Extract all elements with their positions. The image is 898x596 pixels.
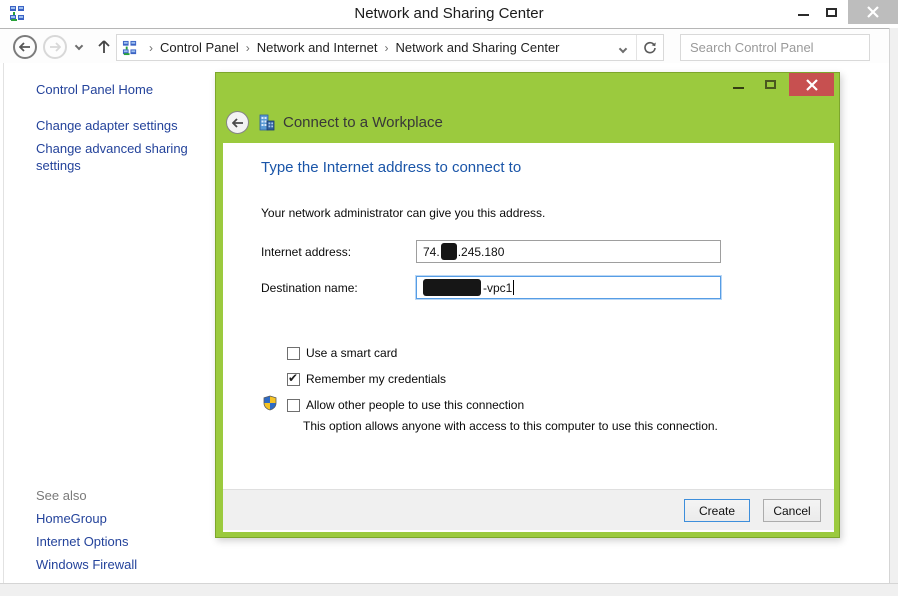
sidebar-item-windows-firewall[interactable]: Windows Firewall: [36, 556, 204, 573]
sidebar-see-also-label: See also: [36, 487, 204, 504]
close-icon: [867, 6, 879, 18]
search-box: [680, 34, 870, 61]
remember-credentials-label: Remember my credentials: [306, 372, 446, 386]
network-sharing-center-window: Network and Sharing Center › C: [0, 0, 898, 596]
dialog-body: Type the Internet address to connect to …: [223, 143, 834, 532]
maximize-icon: [765, 80, 776, 89]
sidebar-item-internet-options[interactable]: Internet Options: [36, 533, 204, 550]
uac-shield-icon: [262, 395, 278, 411]
dialog-subtext: Your network administrator can give you …: [261, 206, 545, 220]
navigation-bar: › Control Panel › Network and Internet ›…: [0, 28, 898, 63]
close-icon: [806, 79, 818, 91]
dialog-heading: Type the Internet address to connect to: [261, 159, 521, 176]
workplace-buildings-icon: [257, 113, 277, 133]
back-icon: [19, 42, 31, 52]
back-icon: [232, 118, 244, 128]
internet-address-value-prefix: 74.: [423, 245, 440, 259]
address-bar[interactable]: › Control Panel › Network and Internet ›…: [116, 34, 664, 61]
sidebar-item-control-panel-home[interactable]: Control Panel Home: [36, 81, 204, 98]
chevron-down-icon: [619, 44, 627, 52]
window-left-frame: [3, 63, 4, 583]
dialog-title: Connect to a Workplace: [283, 114, 443, 131]
smart-card-checkbox[interactable]: [287, 347, 300, 360]
up-icon: [98, 40, 110, 54]
dialog-maximize-button[interactable]: [756, 73, 784, 96]
breadcrumb-separator: ›: [239, 41, 257, 55]
maximize-icon: [826, 8, 837, 17]
allow-others-label: Allow other people to use this connectio…: [306, 398, 524, 412]
destination-name-value-suffix: -vpc1: [483, 281, 512, 295]
destination-name-label: Destination name:: [261, 281, 358, 295]
forward-button[interactable]: [43, 35, 67, 59]
allow-others-description: This option allows anyone with access to…: [303, 419, 718, 433]
remember-credentials-checkbox-row[interactable]: Remember my credentials: [287, 372, 446, 386]
dialog-close-button[interactable]: [789, 73, 834, 96]
address-dropdown-button[interactable]: [610, 39, 636, 57]
create-button[interactable]: Create: [684, 499, 750, 522]
redaction-box: [441, 243, 457, 260]
smart-card-checkbox-row[interactable]: Use a smart card: [287, 346, 397, 360]
dialog-back-button[interactable]: [226, 111, 249, 134]
search-input[interactable]: [681, 40, 870, 55]
breadcrumb-separator: ›: [142, 41, 160, 55]
sidebar-item-change-advanced-sharing[interactable]: Change advanced sharing settings: [36, 140, 204, 174]
window-right-frame: [889, 28, 898, 583]
window-title: Network and Sharing Center: [0, 5, 898, 22]
minimize-icon: [798, 14, 809, 16]
dialog-footer: Create Cancel: [223, 489, 834, 530]
dialog-minimize-button[interactable]: [724, 73, 752, 96]
smart-card-label: Use a smart card: [306, 346, 397, 360]
sidebar-item-homegroup[interactable]: HomeGroup: [36, 510, 204, 527]
maximize-button[interactable]: [818, 0, 844, 24]
minimize-icon: [733, 87, 744, 89]
connect-workplace-dialog: Connect to a Workplace Type the Internet…: [215, 72, 840, 538]
cancel-button[interactable]: Cancel: [763, 499, 821, 522]
internet-address-value-suffix: .245.180: [458, 245, 505, 259]
breadcrumb-separator: ›: [377, 41, 395, 55]
internet-address-input[interactable]: 74. .245.180: [416, 240, 721, 263]
up-button[interactable]: [94, 36, 114, 58]
redaction-box: [423, 279, 481, 296]
refresh-button[interactable]: [637, 35, 663, 60]
minimize-button[interactable]: [790, 0, 816, 24]
allow-others-checkbox[interactable]: [287, 399, 300, 412]
forward-icon: [49, 42, 61, 52]
sidebar-item-change-adapter-settings[interactable]: Change adapter settings: [36, 117, 204, 134]
breadcrumb-network-sharing-center[interactable]: Network and Sharing Center: [395, 40, 559, 55]
back-button[interactable]: [13, 35, 37, 59]
destination-name-input[interactable]: -vpc1: [416, 276, 721, 299]
internet-address-label: Internet address:: [261, 245, 351, 259]
breadcrumb-network-internet[interactable]: Network and Internet: [257, 40, 378, 55]
remember-credentials-checkbox[interactable]: [287, 373, 300, 386]
close-button[interactable]: [848, 0, 898, 24]
text-caret: [513, 280, 514, 295]
breadcrumb-control-panel[interactable]: Control Panel: [160, 40, 239, 55]
network-icon: [122, 40, 138, 56]
dialog-header: Connect to a Workplace: [216, 103, 839, 143]
refresh-icon: [643, 41, 657, 55]
recent-pages-chevron-icon[interactable]: [75, 42, 83, 50]
window-bottom-frame: [0, 583, 898, 596]
window-titlebar: Network and Sharing Center: [0, 0, 898, 28]
allow-others-checkbox-row[interactable]: Allow other people to use this connectio…: [287, 398, 524, 412]
